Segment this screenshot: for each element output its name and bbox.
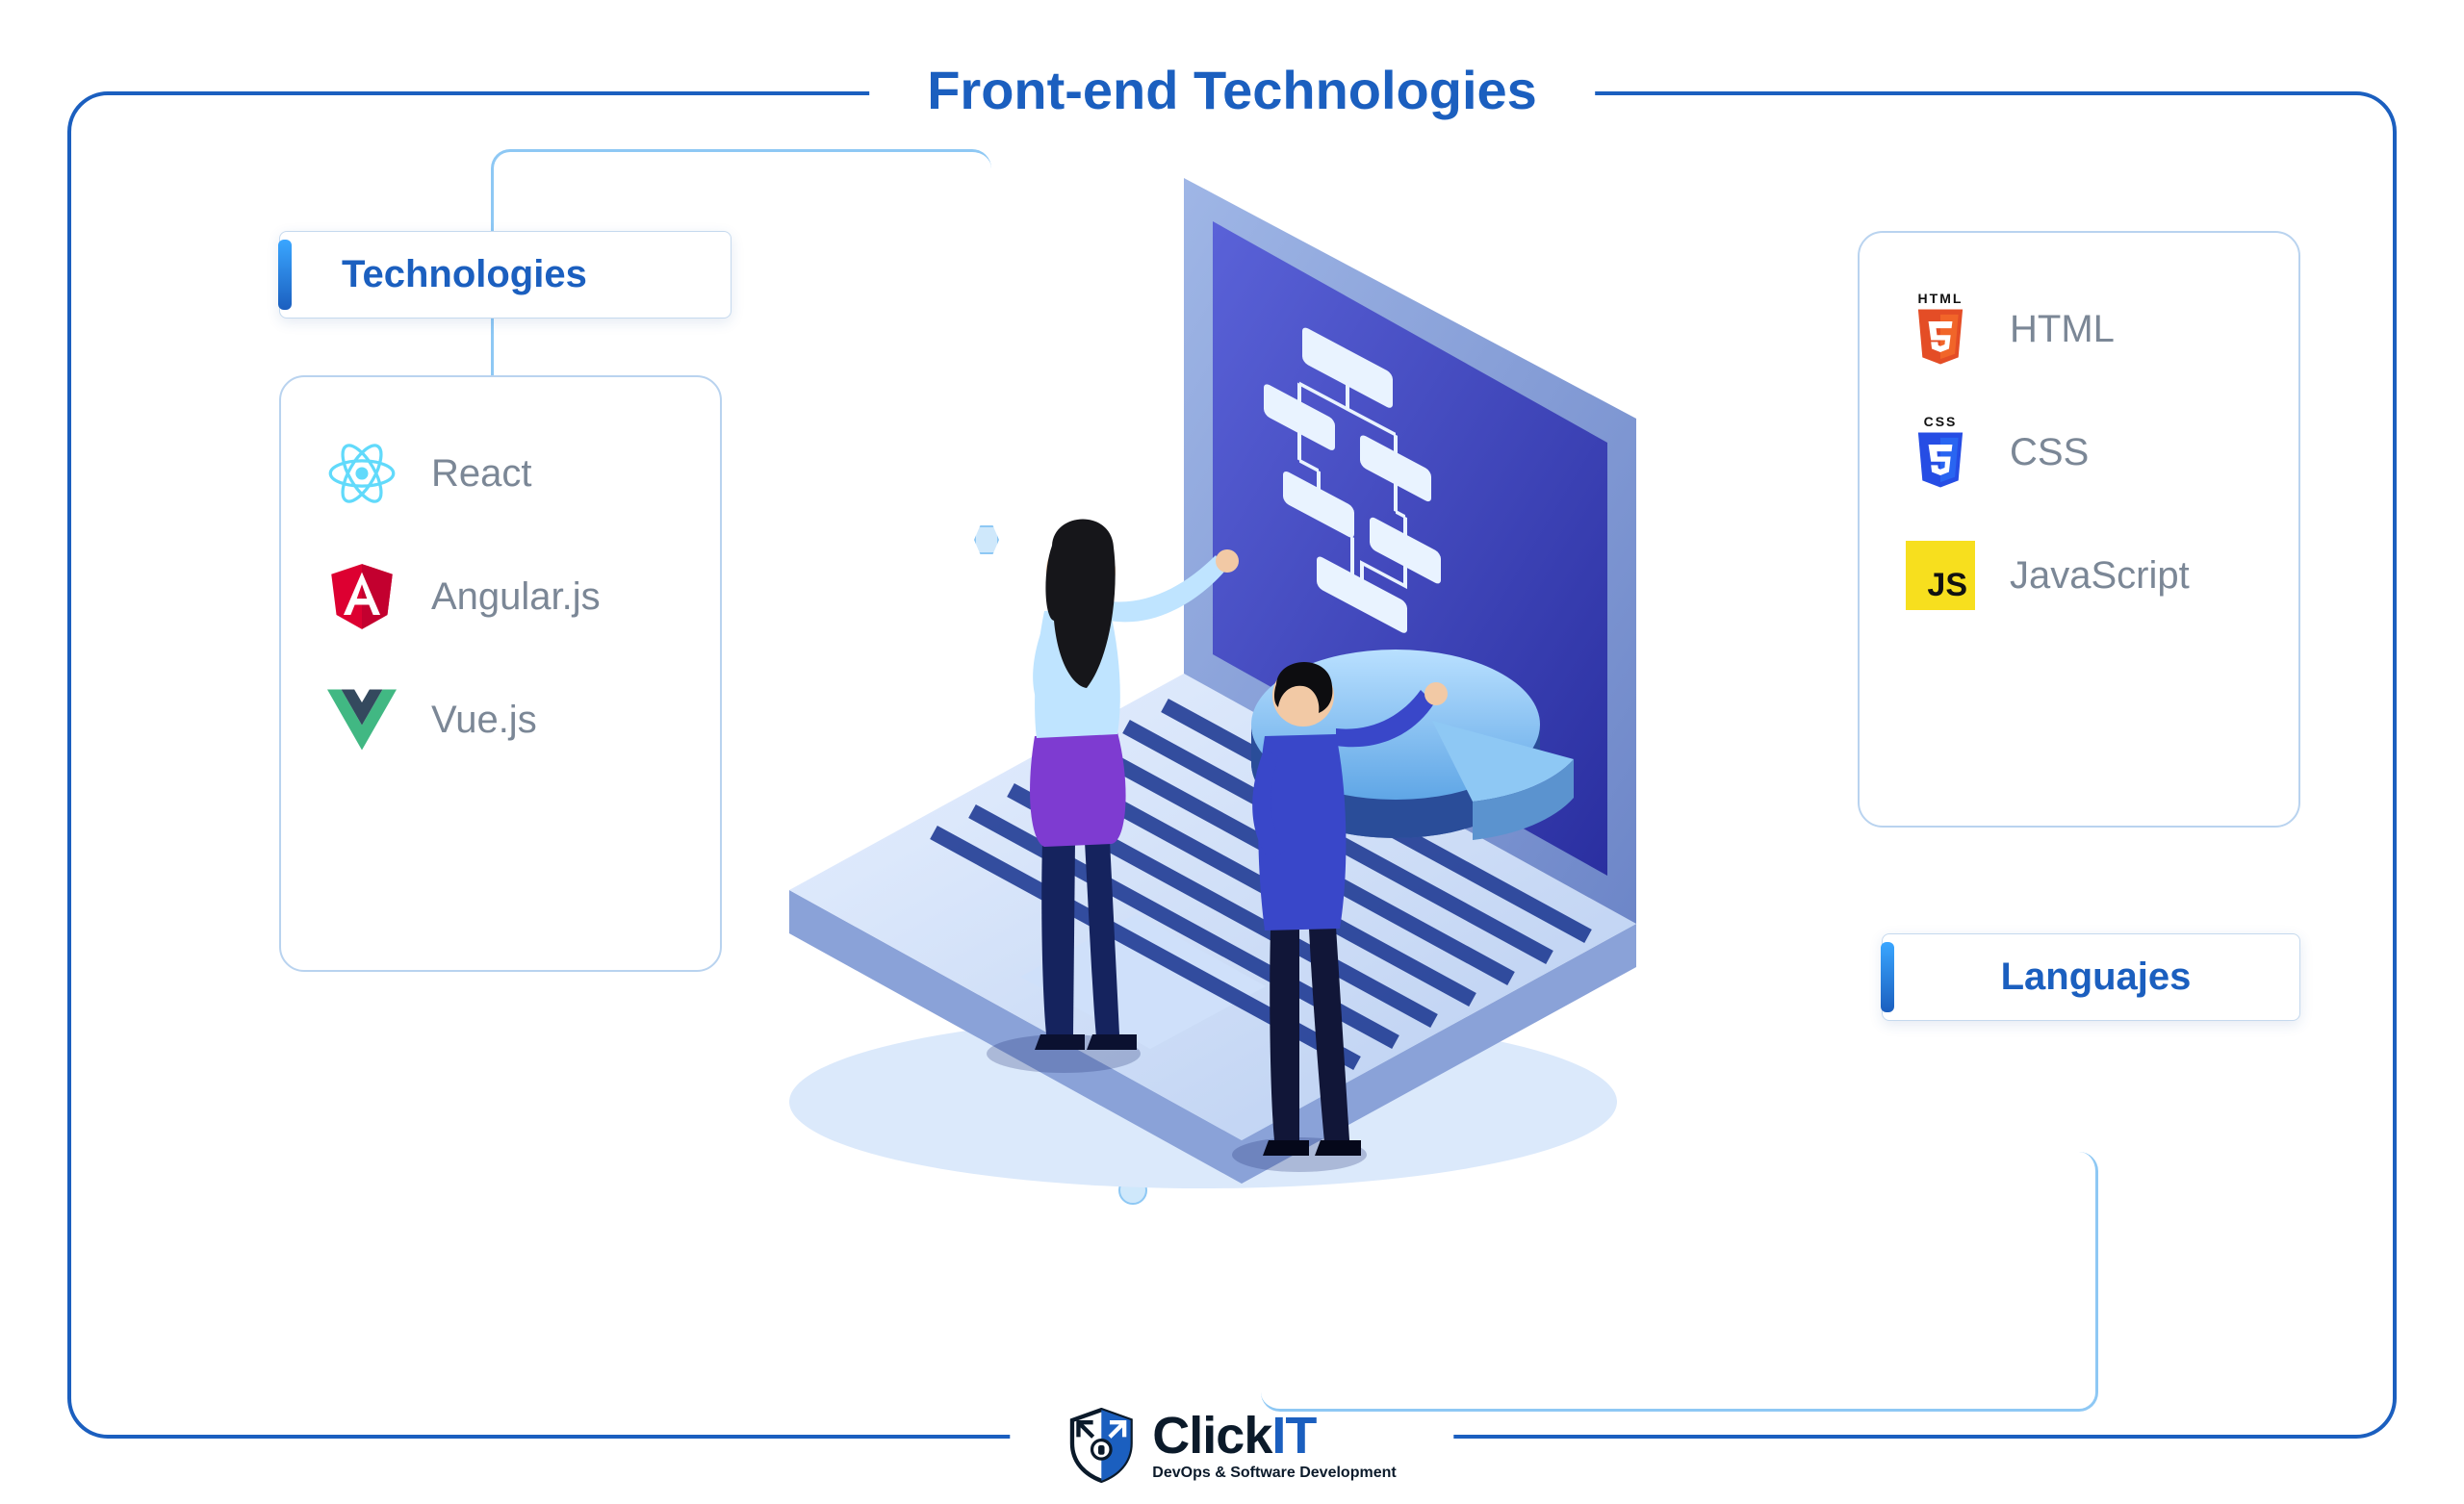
tech-item-angular: Angular.js [327, 562, 674, 631]
languages-panel: HTML HTML CSS [1858, 231, 2300, 828]
lang-item-css: CSS CSS [1906, 418, 2252, 487]
brand-tagline: DevOps & Software Development [1152, 1466, 1396, 1481]
brand-logo: ClickIT DevOps & Software Development [1010, 1408, 1453, 1483]
tech-item-vue: Vue.js [327, 685, 674, 754]
technologies-heading: Technologies [279, 231, 732, 319]
lang-item-label: CSS [2010, 431, 2089, 474]
diagram-title: Front-end Technologies [869, 59, 1595, 121]
lang-item-js: JS JavaScript [1906, 541, 2252, 610]
lang-item-html: HTML HTML [1906, 294, 2252, 364]
laptop-illustration [732, 217, 1675, 1208]
tech-item-label: Angular.js [431, 575, 601, 619]
languages-heading: Languajes [1882, 933, 2300, 1021]
react-icon [327, 439, 397, 508]
tech-item-label: React [431, 452, 532, 496]
html5-icon: HTML [1906, 294, 1975, 364]
lang-item-label: JavaScript [2010, 554, 2190, 598]
brand-name: ClickIT [1152, 1410, 1396, 1462]
brand-shield-icon [1067, 1408, 1135, 1483]
vue-icon [327, 685, 397, 754]
technologies-panel: React Angular.js Vue.js [279, 375, 722, 972]
lang-item-label: HTML [2010, 308, 2115, 351]
tech-item-react: React [327, 439, 674, 508]
angular-icon [327, 562, 397, 631]
css3-icon: CSS [1906, 418, 1975, 487]
tech-item-label: Vue.js [431, 699, 537, 742]
javascript-icon: JS [1906, 541, 1975, 610]
